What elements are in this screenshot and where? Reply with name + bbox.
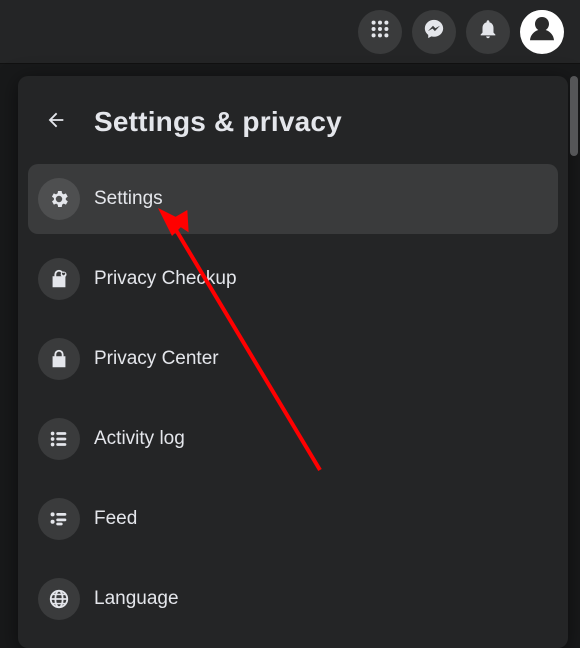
menu-label: Settings xyxy=(94,188,163,210)
menu-grid-button[interactable] xyxy=(358,10,402,54)
top-navbar xyxy=(0,0,580,64)
globe-icon xyxy=(38,578,80,620)
menu-item-feed[interactable]: Feed xyxy=(28,484,558,554)
menu-label: Feed xyxy=(94,508,137,530)
panel-header: Settings & privacy xyxy=(28,86,558,164)
menu-item-activity-log[interactable]: Activity log xyxy=(28,404,558,474)
feed-icon xyxy=(38,498,80,540)
back-arrow-icon xyxy=(45,109,67,136)
lock-heart-icon xyxy=(38,258,80,300)
settings-privacy-panel: Settings & privacy Settings Privacy Chec… xyxy=(18,76,568,648)
avatar-icon xyxy=(522,10,562,54)
menu-item-settings[interactable]: Settings xyxy=(28,164,558,234)
messenger-icon xyxy=(423,18,445,45)
back-button[interactable] xyxy=(36,102,76,142)
bell-icon xyxy=(477,18,499,45)
lock-icon xyxy=(38,338,80,380)
account-avatar[interactable] xyxy=(520,10,564,54)
menu-label: Language xyxy=(94,588,179,610)
gear-icon xyxy=(38,178,80,220)
scrollbar-thumb[interactable] xyxy=(570,76,578,156)
panel-title: Settings & privacy xyxy=(94,106,342,138)
messenger-button[interactable] xyxy=(412,10,456,54)
menu-item-privacy-center[interactable]: Privacy Center xyxy=(28,324,558,394)
menu-item-language[interactable]: Language xyxy=(28,564,558,634)
grid-icon xyxy=(369,18,391,45)
list-icon xyxy=(38,418,80,460)
menu-item-privacy-checkup[interactable]: Privacy Checkup xyxy=(28,244,558,314)
menu-label: Activity log xyxy=(94,428,185,450)
menu-label: Privacy Checkup xyxy=(94,268,237,290)
menu-label: Privacy Center xyxy=(94,348,219,370)
notifications-button[interactable] xyxy=(466,10,510,54)
